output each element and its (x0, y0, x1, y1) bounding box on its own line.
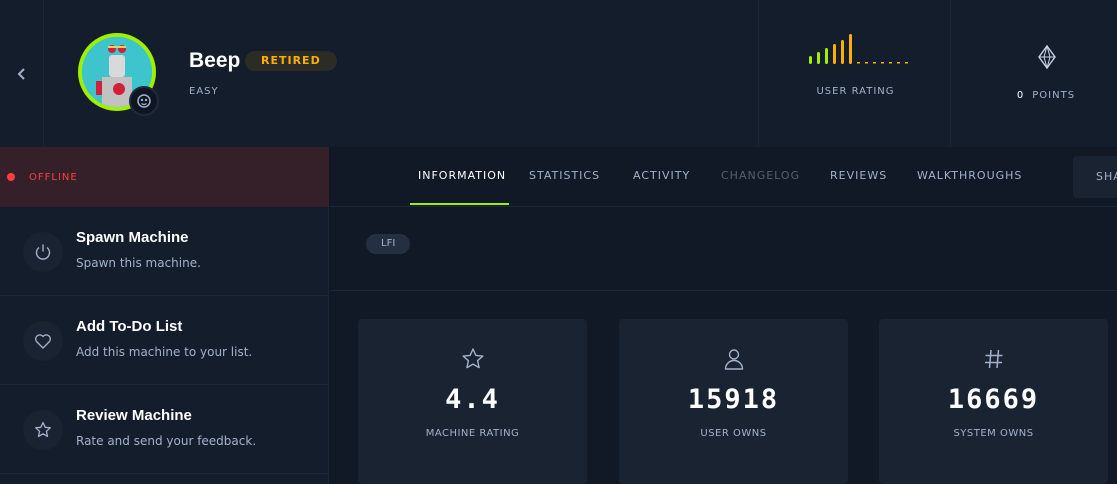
machine-rating-card: 4.4 MACHINE RATING (358, 319, 587, 484)
linux-icon (137, 94, 151, 108)
tab-activity[interactable]: ACTIVITY (633, 169, 690, 182)
rating-bar (905, 62, 908, 64)
points-value: 0 (1016, 90, 1025, 101)
machine-status: OFFLINE (0, 147, 329, 207)
add-todo-button[interactable]: Add To-Do List Add this machine to your … (0, 296, 329, 385)
machine-header: Beep RETIRED EASY USER RATING 0 POINTS (0, 0, 1117, 147)
power-icon (35, 244, 51, 260)
action-title: Review Machine (76, 407, 192, 424)
tab-bar: INFORMATION STATISTICS ACTIVITY CHANGELO… (330, 147, 1117, 207)
rating-bar (825, 48, 828, 64)
status-dot (7, 173, 15, 181)
star-icon (35, 421, 51, 438)
star-icon (462, 348, 483, 369)
status-text: OFFLINE (29, 171, 78, 183)
system-owns-value: 16669 (947, 384, 1040, 415)
back-button[interactable] (0, 0, 44, 147)
user-rating-panel: USER RATING (758, 0, 951, 147)
hash-icon (984, 349, 1002, 369)
rating-bar (849, 34, 852, 64)
difficulty-label: EASY (189, 86, 219, 97)
user-owns-label: USER OWNS (700, 428, 767, 439)
rating-bar (841, 40, 844, 64)
machine-rating-value: 4.4 (445, 384, 500, 415)
tag-list: LFI (330, 207, 1117, 291)
action-subtitle: Spawn this machine. (76, 256, 201, 270)
rating-bar (889, 62, 892, 64)
tab-statistics[interactable]: STATISTICS (529, 169, 600, 182)
tab-reviews[interactable]: REVIEWS (830, 169, 887, 182)
rating-bar (817, 52, 820, 64)
os-badge (129, 86, 159, 116)
chevron-left-icon (17, 67, 25, 80)
tab-information[interactable]: INFORMATION (418, 169, 506, 182)
active-tab-indicator (410, 203, 509, 205)
rating-bar (865, 62, 868, 64)
diamond-icon (1038, 45, 1056, 69)
rating-bar (897, 62, 900, 64)
action-subtitle: Add this machine to your list. (76, 345, 253, 359)
user-owns-card: 15918 USER OWNS (619, 319, 848, 484)
points-panel: 0 POINTS (951, 0, 1117, 147)
action-title: Spawn Machine (76, 229, 189, 246)
rating-bar (873, 62, 876, 64)
rating-bar (833, 44, 836, 64)
status-badge: RETIRED (245, 51, 337, 71)
user-icon (724, 349, 743, 370)
action-subtitle: Rate and send your feedback. (76, 434, 257, 448)
heart-icon (34, 334, 52, 349)
sidebar: OFFLINE Spawn Machine Spawn this machine… (0, 147, 329, 484)
action-title: Add To-Do List (76, 318, 183, 335)
user-rating-label: USER RATING (816, 86, 895, 97)
system-owns-label: SYSTEM OWNS (953, 428, 1034, 439)
review-machine-button[interactable]: Review Machine Rate and send your feedba… (0, 385, 329, 474)
system-owns-card: 16669 SYSTEM OWNS (879, 319, 1108, 484)
spawn-machine-button[interactable]: Spawn Machine Spawn this machine. (0, 207, 329, 296)
rating-bars (809, 34, 908, 64)
machine-name: Beep (189, 49, 241, 72)
rating-bar (881, 62, 884, 64)
user-owns-value: 15918 (687, 384, 780, 415)
share-button[interactable]: SHA (1073, 156, 1117, 198)
machine-avatar (78, 33, 159, 116)
points-label: POINTS (1032, 90, 1076, 101)
rating-bar (809, 56, 812, 64)
tab-walkthroughs[interactable]: WALKTHROUGHS (917, 169, 1022, 182)
tag-lfi[interactable]: LFI (366, 234, 411, 254)
tab-changelog[interactable]: CHANGELOG (721, 169, 800, 182)
machine-rating-label: MACHINE RATING (425, 428, 520, 439)
rating-bar (857, 62, 860, 64)
